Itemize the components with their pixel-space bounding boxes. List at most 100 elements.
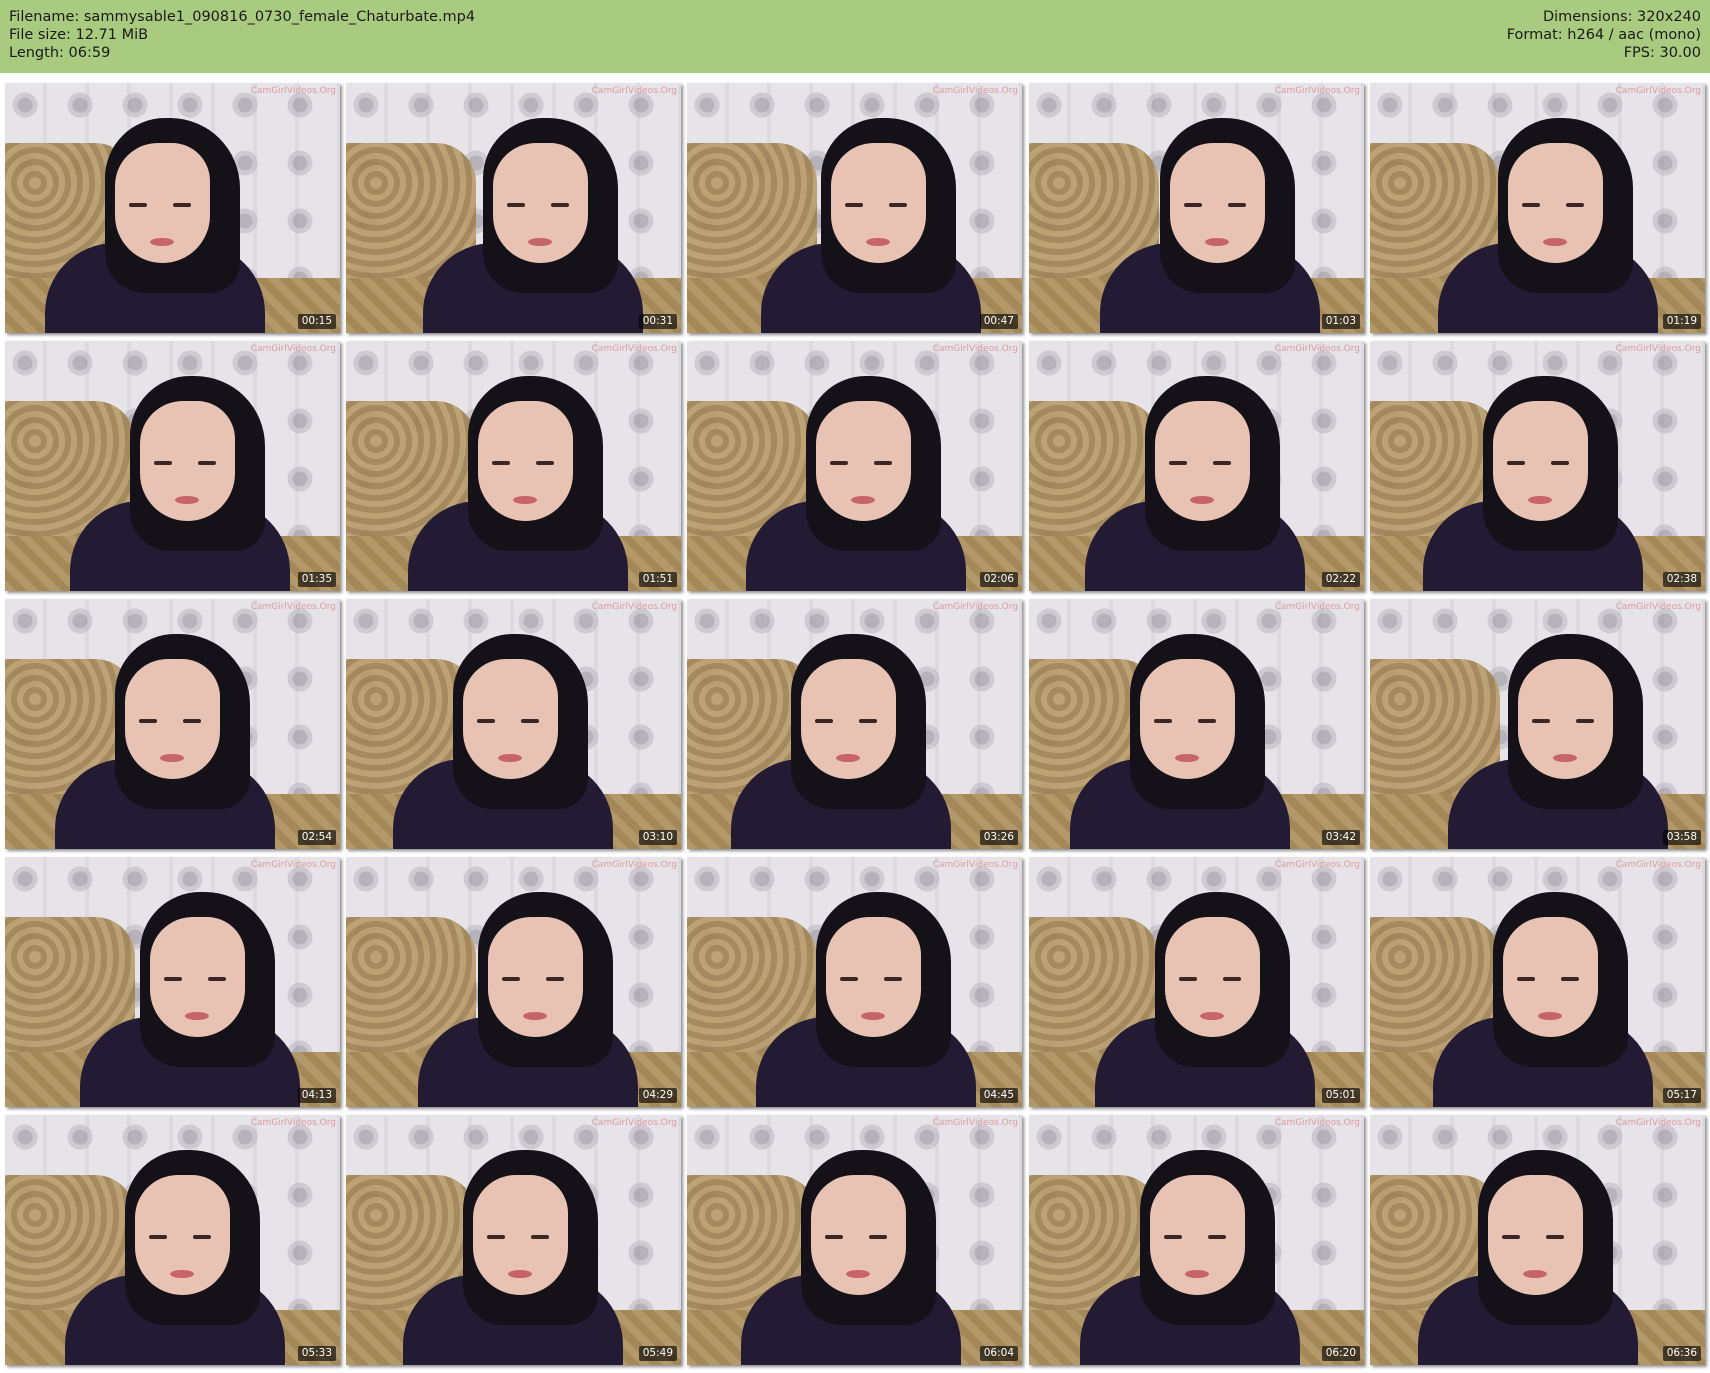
video-thumbnail[interactable]: CamGirlVideos.Org 01:19: [1370, 83, 1705, 333]
lips: [851, 496, 875, 504]
eye-right: [536, 461, 554, 465]
video-thumbnail[interactable]: CamGirlVideos.Org 01:03: [1029, 83, 1364, 333]
eye-left: [815, 719, 833, 723]
thumbnail-timestamp: 03:42: [1321, 830, 1360, 845]
lips: [1523, 1270, 1547, 1278]
eye-right: [1561, 977, 1579, 981]
lips: [498, 754, 522, 762]
eye-right: [173, 203, 191, 207]
thumbnail-timestamp: 04:13: [297, 1088, 336, 1103]
eye-left: [845, 203, 863, 207]
lips: [836, 754, 860, 762]
eye-right: [551, 203, 569, 207]
person-figure: [80, 892, 300, 1107]
video-thumbnail[interactable]: CamGirlVideos.Org 06:04: [687, 1115, 1022, 1365]
lips: [513, 496, 537, 504]
video-thumbnail[interactable]: CamGirlVideos.Org 02:06: [687, 341, 1022, 591]
person-face: [125, 659, 220, 779]
eye-right: [1576, 719, 1594, 723]
lips: [160, 754, 184, 762]
video-thumbnail[interactable]: CamGirlVideos.Org 03:10: [346, 599, 681, 849]
video-thumbnail[interactable]: CamGirlVideos.Org 00:31: [346, 83, 681, 333]
video-thumbnail[interactable]: CamGirlVideos.Org 02:38: [1370, 341, 1705, 591]
eye-left: [154, 461, 172, 465]
watermark-text: CamGirlVideos.Org: [932, 1118, 1018, 1128]
eye-right: [1198, 719, 1216, 723]
watermark-text: CamGirlVideos.Org: [1274, 1118, 1360, 1128]
eye-right: [546, 977, 564, 981]
format-text: Format: h264 / aac (mono): [1506, 27, 1701, 43]
eye-left: [1517, 977, 1535, 981]
person-figure: [1100, 118, 1320, 333]
person-face: [1488, 1175, 1583, 1295]
person-figure: [70, 376, 290, 591]
lips: [170, 1270, 194, 1278]
watermark-text: CamGirlVideos.Org: [932, 860, 1018, 870]
file-meta-right: Dimensions: 320x240 Format: h264 / aac (…: [1507, 8, 1701, 62]
person-face: [1503, 917, 1598, 1037]
eye-right: [869, 1235, 887, 1239]
person-face: [801, 659, 896, 779]
lips: [866, 238, 890, 246]
person-figure: [1448, 634, 1668, 849]
video-thumbnail[interactable]: CamGirlVideos.Org 05:17: [1370, 857, 1705, 1107]
video-thumbnail[interactable]: CamGirlVideos.Org 01:51: [346, 341, 681, 591]
video-thumbnail[interactable]: CamGirlVideos.Org 04:29: [346, 857, 681, 1107]
eye-right: [198, 461, 216, 465]
person-face: [831, 143, 926, 263]
person-face: [1155, 401, 1250, 521]
person-figure: [741, 1150, 961, 1365]
watermark-text: CamGirlVideos.Org: [1615, 860, 1701, 870]
thumbnail-timestamp: 00:31: [638, 314, 677, 329]
lips: [175, 496, 199, 504]
thumbnail-timestamp: 01:19: [1662, 314, 1701, 329]
video-thumbnail[interactable]: CamGirlVideos.Org 03:58: [1370, 599, 1705, 849]
eye-left: [830, 461, 848, 465]
eye-left: [487, 1235, 505, 1239]
eye-left: [1184, 203, 1202, 207]
eye-left: [1507, 461, 1525, 465]
video-thumbnail[interactable]: CamGirlVideos.Org 00:47: [687, 83, 1022, 333]
person-face: [493, 143, 588, 263]
lips: [861, 1012, 885, 1020]
watermark-text: CamGirlVideos.Org: [1274, 602, 1360, 612]
eye-right: [1213, 461, 1231, 465]
video-thumbnail[interactable]: CamGirlVideos.Org 04:45: [687, 857, 1022, 1107]
lips: [508, 1270, 532, 1278]
person-figure: [1418, 1150, 1638, 1365]
eye-left: [164, 977, 182, 981]
video-thumbnail[interactable]: CamGirlVideos.Org 05:49: [346, 1115, 681, 1365]
eye-right: [1546, 1235, 1564, 1239]
eye-right: [889, 203, 907, 207]
eye-right: [183, 719, 201, 723]
video-thumbnail[interactable]: CamGirlVideos.Org 01:35: [5, 341, 340, 591]
video-thumbnail[interactable]: CamGirlVideos.Org 02:54: [5, 599, 340, 849]
watermark-text: CamGirlVideos.Org: [932, 344, 1018, 354]
eye-left: [139, 719, 157, 723]
video-thumbnail[interactable]: CamGirlVideos.Org 05:33: [5, 1115, 340, 1365]
person-figure: [1070, 634, 1290, 849]
lips: [1185, 1270, 1209, 1278]
video-thumbnail[interactable]: CamGirlVideos.Org 06:36: [1370, 1115, 1705, 1365]
thumbnail-timestamp: 02:22: [1321, 572, 1360, 587]
person-figure: [1095, 892, 1315, 1107]
person-face: [1518, 659, 1613, 779]
watermark-text: CamGirlVideos.Org: [591, 344, 677, 354]
video-thumbnail[interactable]: CamGirlVideos.Org 02:22: [1029, 341, 1364, 591]
watermark-text: CamGirlVideos.Org: [1615, 602, 1701, 612]
video-thumbnail[interactable]: CamGirlVideos.Org 04:13: [5, 857, 340, 1107]
video-thumbnail[interactable]: CamGirlVideos.Org 05:01: [1029, 857, 1364, 1107]
video-thumbnail[interactable]: CamGirlVideos.Org 03:42: [1029, 599, 1364, 849]
watermark-text: CamGirlVideos.Org: [1615, 1118, 1701, 1128]
video-thumbnail[interactable]: CamGirlVideos.Org 00:15: [5, 83, 340, 333]
person-figure: [1423, 376, 1643, 591]
video-thumbnail[interactable]: CamGirlVideos.Org 06:20: [1029, 1115, 1364, 1365]
eye-right: [193, 1235, 211, 1239]
lips: [1175, 754, 1199, 762]
video-thumbnail[interactable]: CamGirlVideos.Org 03:26: [687, 599, 1022, 849]
person-face: [115, 143, 210, 263]
person-figure: [1433, 892, 1653, 1107]
watermark-text: CamGirlVideos.Org: [250, 86, 336, 96]
thumbnail-timestamp: 01:35: [297, 572, 336, 587]
eye-right: [859, 719, 877, 723]
